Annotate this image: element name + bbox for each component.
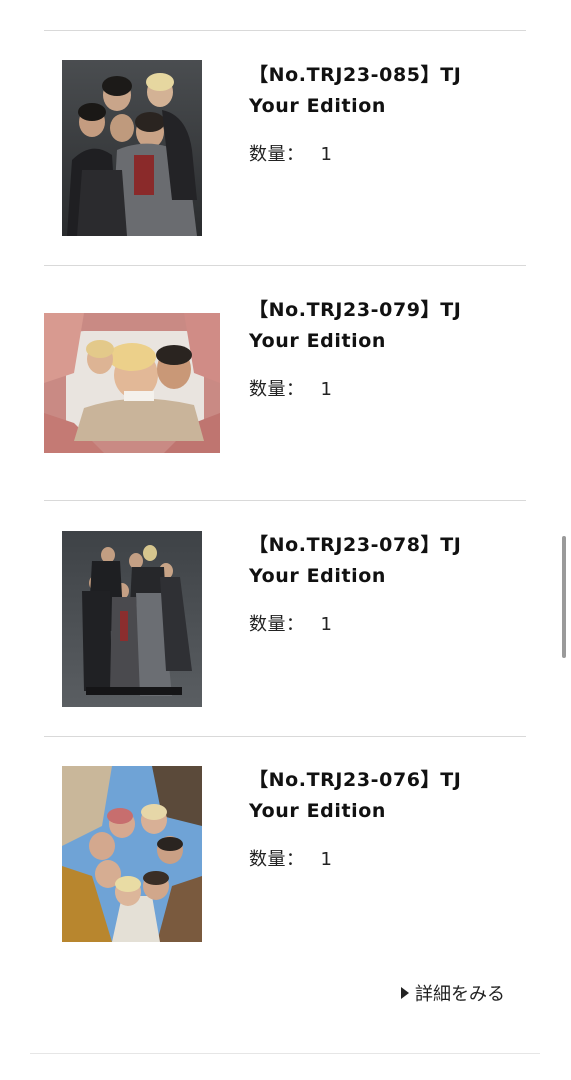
- quantity-label: 数量：: [249, 379, 305, 400]
- quantity-value: 1: [320, 379, 333, 400]
- product-title[interactable]: 【No.TRJ23-085】TJ Your Edition: [249, 60, 539, 122]
- quantity: 数量： 1: [249, 845, 332, 871]
- quantity-value: 1: [320, 849, 333, 870]
- product-title[interactable]: 【No.TRJ23-076】TJ Your Edition: [249, 765, 539, 827]
- product-image[interactable]: [62, 766, 202, 942]
- quantity-label: 数量：: [249, 614, 305, 635]
- divider: [44, 265, 526, 266]
- divider: [44, 30, 526, 31]
- quantity: 数量： 1: [249, 610, 332, 636]
- view-details-link[interactable]: 詳細をみる: [401, 980, 505, 1006]
- quantity-value: 1: [320, 144, 333, 165]
- quantity-value: 1: [320, 614, 333, 635]
- product-image[interactable]: [62, 531, 202, 707]
- product-title[interactable]: 【No.TRJ23-079】TJ Your Edition: [249, 295, 539, 357]
- divider: [44, 736, 526, 737]
- divider: [30, 1053, 540, 1054]
- divider: [44, 500, 526, 501]
- scrollbar[interactable]: [562, 536, 566, 658]
- product-image[interactable]: [62, 60, 202, 236]
- product-title[interactable]: 【No.TRJ23-078】TJ Your Edition: [249, 530, 539, 592]
- view-details-label: 詳細をみる: [415, 984, 505, 1005]
- product-image[interactable]: [44, 313, 220, 453]
- quantity-label: 数量：: [249, 849, 305, 870]
- quantity: 数量： 1: [249, 140, 332, 166]
- triangle-right-icon: [401, 987, 409, 999]
- quantity: 数量： 1: [249, 375, 332, 401]
- quantity-label: 数量：: [249, 144, 305, 165]
